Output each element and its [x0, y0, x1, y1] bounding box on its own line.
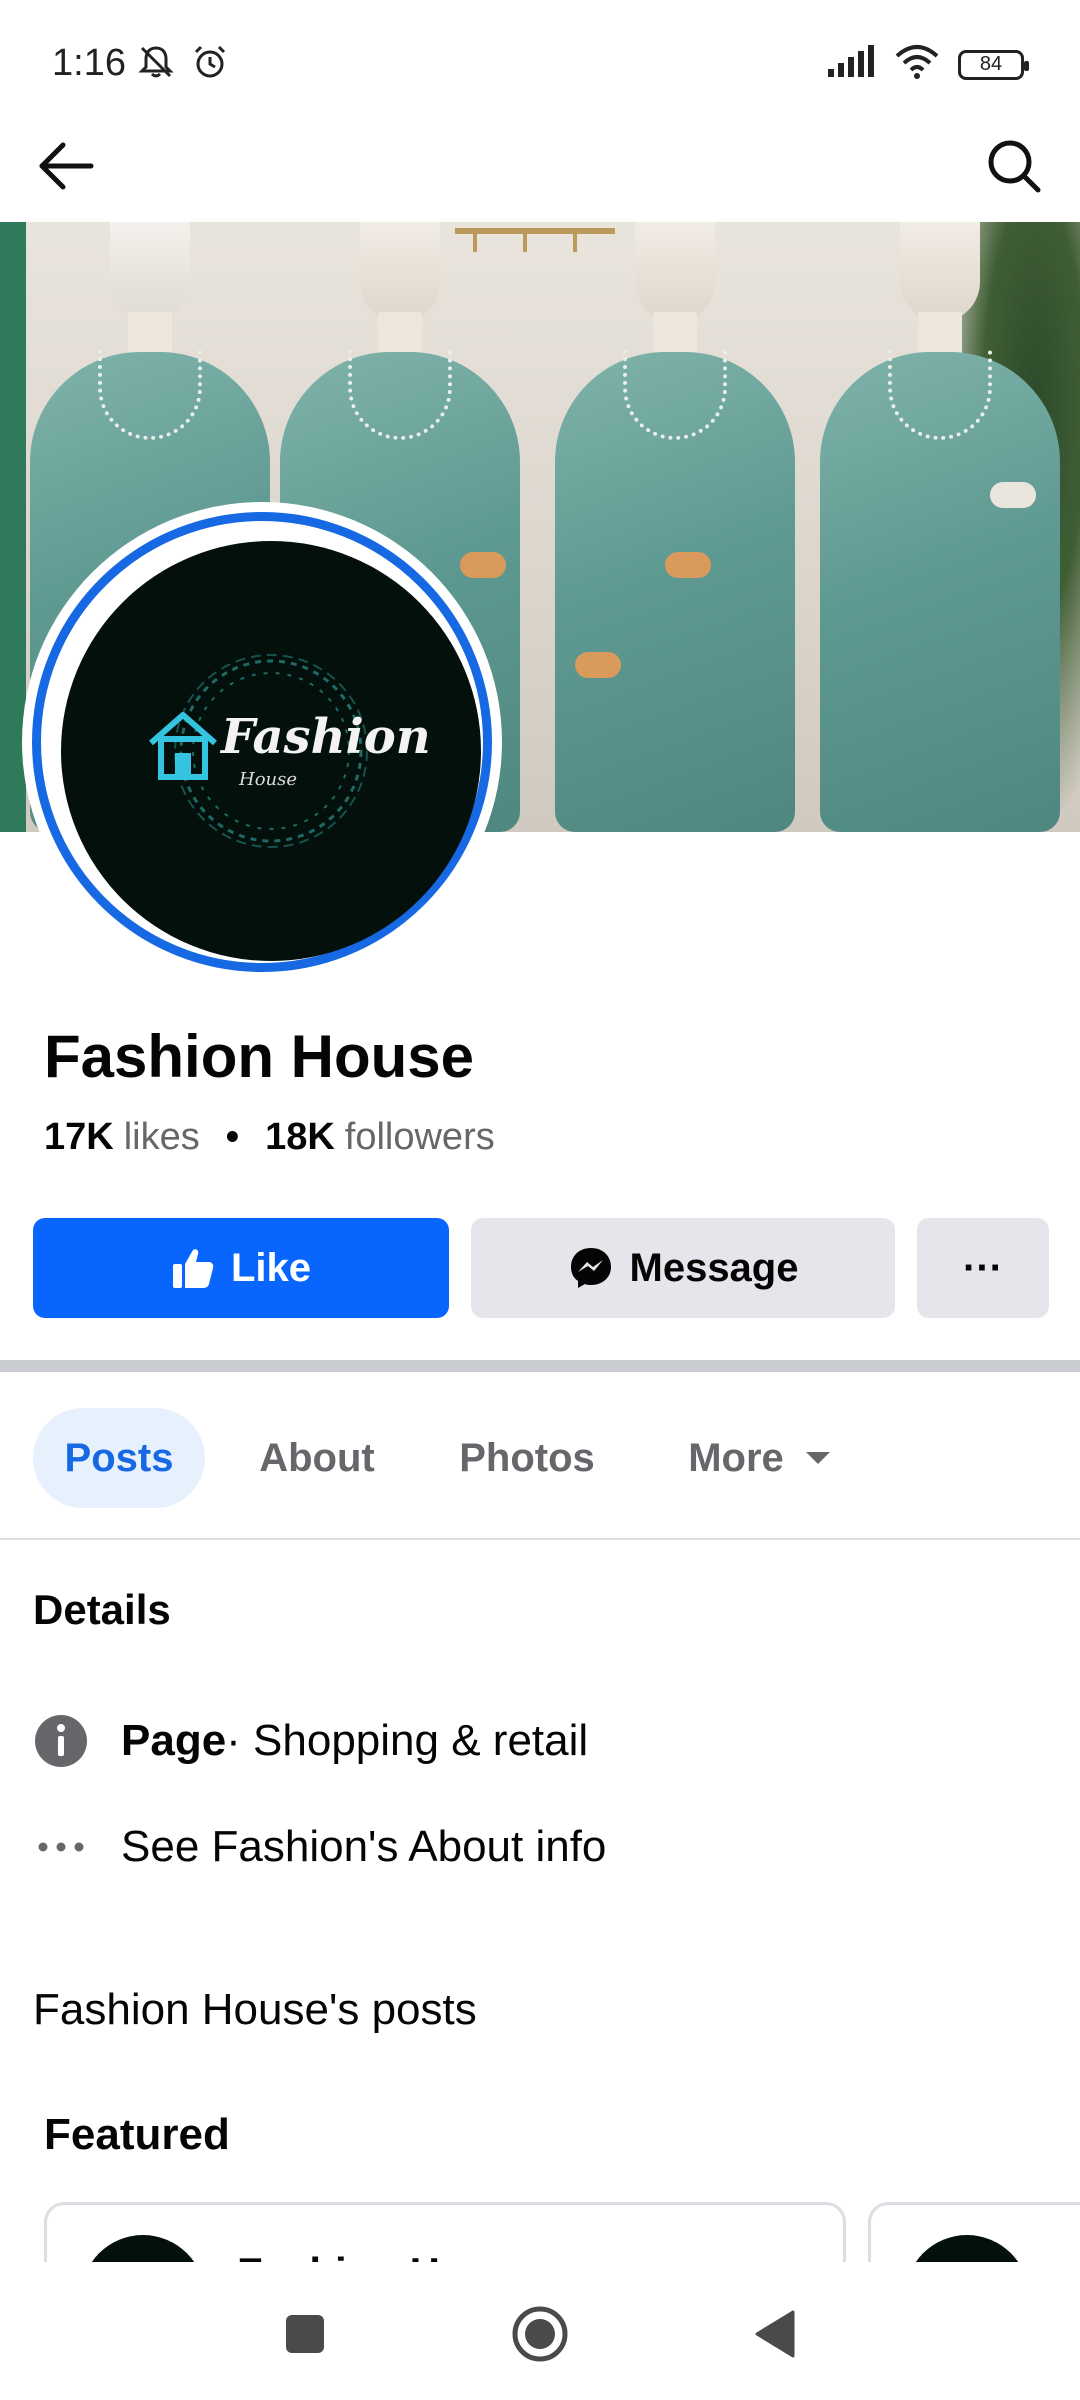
system-back-button[interactable] — [735, 2294, 815, 2374]
profile-tabs: Posts About Photos More — [0, 1372, 1080, 1540]
featured-post-card[interactable] — [868, 2202, 1080, 2262]
home-button[interactable] — [500, 2294, 580, 2374]
messenger-icon — [570, 1248, 611, 1288]
like-button[interactable]: Like — [33, 1218, 449, 1318]
featured-post-author: Fashion H — [237, 2249, 440, 2262]
tab-photos[interactable]: Photos — [430, 1408, 624, 1508]
category-prefix: Page — [121, 1716, 227, 1765]
likes-count: 17K — [44, 1116, 114, 1158]
action-buttons: Like Message ··· — [33, 1218, 1049, 1318]
square-icon — [286, 2315, 324, 2353]
like-label: Like — [230, 1245, 312, 1290]
tab-about[interactable]: About — [232, 1408, 402, 1508]
system-nav-bar — [0, 2268, 1080, 2400]
posts-heading: Fashion House's posts — [33, 1985, 477, 2034]
tab-posts[interactable]: Posts — [33, 1408, 205, 1508]
category-value: · Shopping & retail — [226, 1716, 589, 1765]
section-divider — [0, 1360, 1080, 1372]
brand-logo: Fashion House — [131, 651, 431, 851]
signal-icon — [826, 45, 876, 84]
logo-subtext: House — [239, 769, 298, 790]
info-icon — [33, 1713, 89, 1769]
page-stats: 17K likes • 18K followers — [44, 1116, 495, 1159]
separator-dot: • — [225, 1116, 240, 1158]
message-label: Message — [629, 1245, 799, 1290]
avatar — [905, 2235, 1029, 2262]
alarm-icon — [190, 42, 230, 87]
page-title: Fashion House — [44, 1023, 475, 1090]
profile-picture[interactable]: Fashion House — [22, 502, 502, 982]
logo-text: Fashion — [221, 709, 431, 765]
back-button[interactable] — [30, 130, 102, 202]
recents-button[interactable] — [265, 2294, 345, 2374]
about-info-label: See Fashion's About info — [121, 1822, 607, 1871]
likes-label[interactable]: likes — [124, 1116, 200, 1159]
circle-icon — [512, 2306, 568, 2362]
about-info-link[interactable]: See Fashion's About info — [33, 1812, 606, 1882]
status-bar: 1:16 84 — [0, 0, 1080, 130]
battery-level: 84 — [979, 53, 1003, 75]
followers-count: 18K — [265, 1116, 335, 1158]
triangle-back-icon — [755, 2310, 795, 2358]
tab-more-label: More — [688, 1435, 784, 1480]
mute-icon — [136, 42, 176, 87]
caret-down-icon — [805, 1452, 830, 1464]
arrow-left-icon — [39, 142, 94, 190]
more-options-button[interactable]: ··· — [917, 1218, 1049, 1318]
app-bar — [0, 130, 1080, 222]
avatar — [81, 2235, 205, 2262]
battery-icon: 84 — [958, 49, 1029, 80]
more-dots-icon: ··· — [963, 1245, 1003, 1290]
ellipsis-icon — [33, 1819, 89, 1875]
detail-category: Page · Shopping & retail — [33, 1706, 588, 1776]
status-time: 1:16 — [52, 42, 126, 84]
wifi-icon — [894, 44, 940, 85]
message-button[interactable]: Message — [471, 1218, 895, 1318]
search-button[interactable] — [978, 130, 1050, 202]
featured-post-card[interactable]: Fashion H — [44, 2202, 846, 2262]
featured-heading: Featured — [44, 2110, 230, 2159]
details-heading: Details — [33, 1586, 171, 1633]
thumbs-up-icon — [172, 1249, 214, 1288]
tab-more[interactable]: More — [660, 1408, 860, 1508]
search-icon — [988, 140, 1041, 193]
followers-label[interactable]: followers — [345, 1116, 495, 1159]
